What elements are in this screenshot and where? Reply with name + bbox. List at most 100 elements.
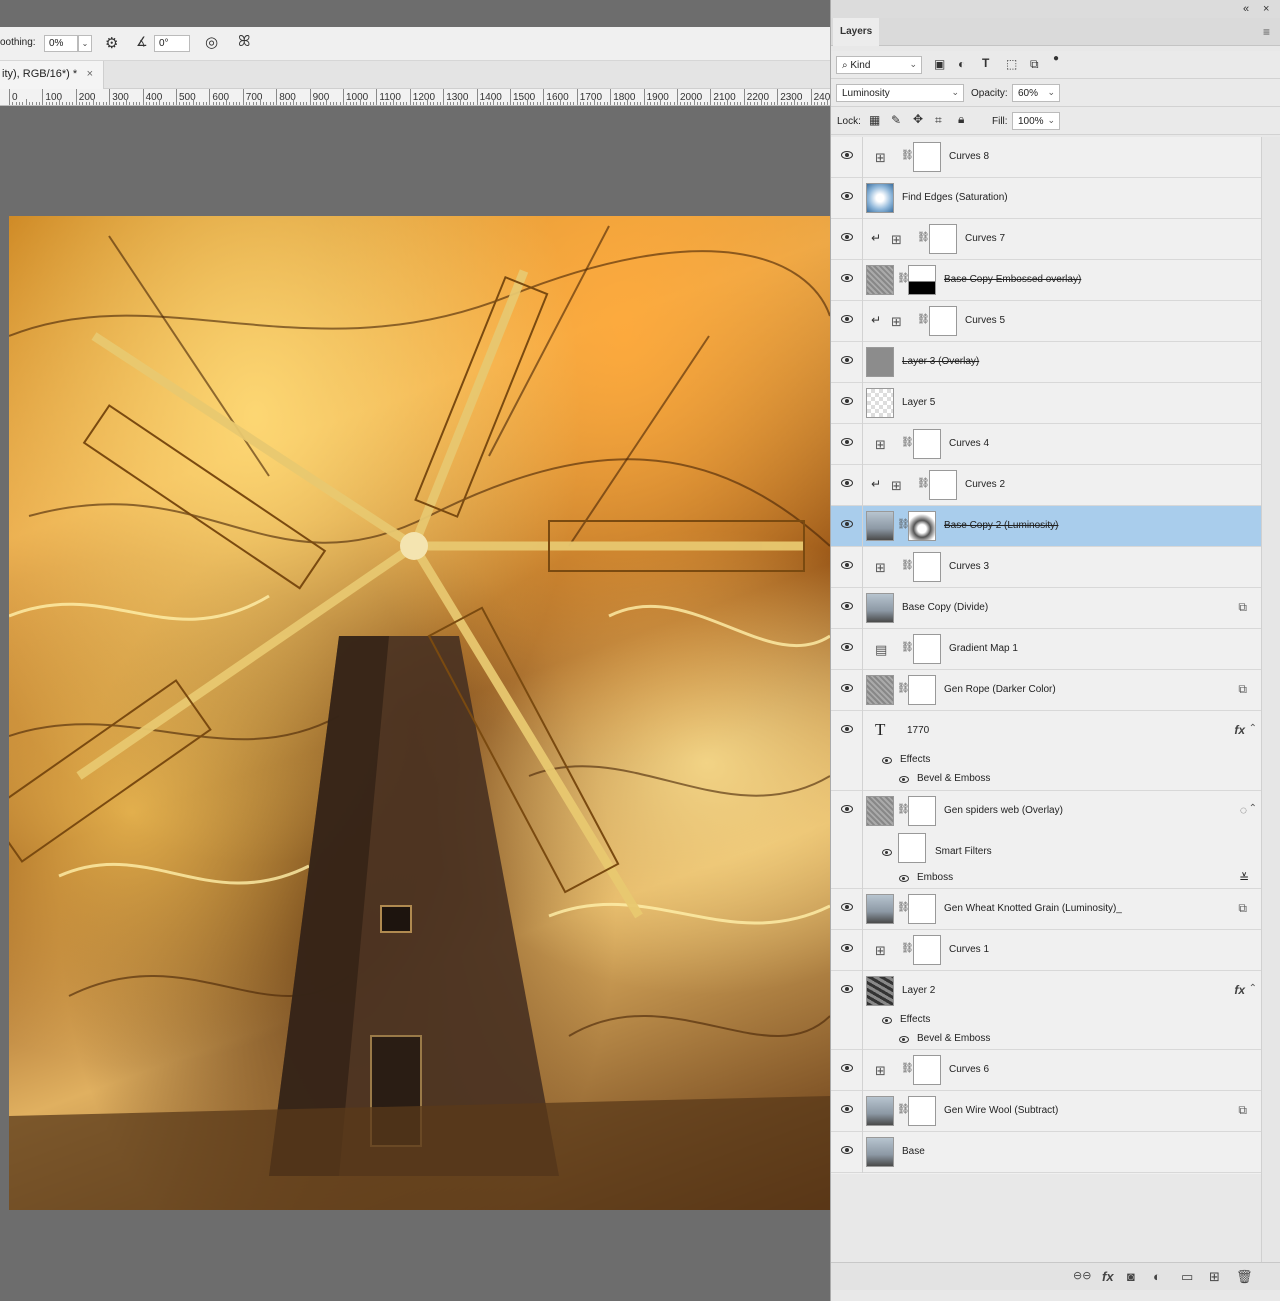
effects-eye-icon[interactable]: [882, 757, 892, 764]
layer-row[interactable]: Layer 3 (Overlay): [831, 342, 1261, 383]
close-icon[interactable]: ×: [87, 68, 93, 80]
lock-transparent-icon[interactable]: ▦: [869, 113, 880, 127]
visibility-eye-icon[interactable]: [841, 1146, 853, 1154]
visibility-eye-icon[interactable]: [841, 1064, 853, 1072]
effect-eye-icon[interactable]: [899, 776, 909, 783]
layer-mask-thumbnail[interactable]: [929, 224, 957, 254]
visibility-eye-icon[interactable]: [841, 438, 853, 446]
pressure-icon[interactable]: ◎: [205, 33, 218, 51]
angle-input[interactable]: 0°: [154, 35, 190, 52]
layer-mask-thumbnail[interactable]: [908, 1096, 936, 1126]
layer-row[interactable]: Find Edges (Saturation): [831, 178, 1261, 219]
fx-icon[interactable]: fx: [1234, 723, 1245, 737]
blend-mode-select[interactable]: Luminosity ⌄: [836, 84, 964, 102]
layer-mask-thumbnail[interactable]: [913, 429, 941, 459]
layer-mask-thumbnail[interactable]: [908, 894, 936, 924]
lock-move-icon[interactable]: ✥: [913, 112, 923, 126]
layer-mask-thumbnail[interactable]: [929, 306, 957, 336]
layer-thumbnail[interactable]: [866, 1137, 894, 1167]
layer-thumbnail[interactable]: [866, 976, 894, 1006]
filter-shape-icon[interactable]: ⬚: [1006, 57, 1017, 71]
layer-row[interactable]: ▤ ⛓ Gradient Map 1: [831, 629, 1261, 670]
visibility-eye-icon[interactable]: [841, 315, 853, 323]
canvas-area[interactable]: [0, 106, 830, 1301]
smart-filters-eye-icon[interactable]: [882, 849, 892, 856]
visibility-eye-icon[interactable]: [841, 602, 853, 610]
layer-mask-thumbnail[interactable]: [913, 552, 941, 582]
layer-mask-thumbnail[interactable]: [908, 675, 936, 705]
tab-layers[interactable]: Layers: [833, 18, 879, 46]
visibility-eye-icon[interactable]: [841, 805, 853, 813]
layer-row[interactable]: ↵ ⊞ ⛓ Curves 5: [831, 301, 1261, 342]
layer-row[interactable]: ⛓ Gen Wire Wool (Subtract) ⧉: [831, 1091, 1261, 1132]
collapse-caret-icon[interactable]: ⌃: [1249, 983, 1257, 994]
visibility-eye-icon[interactable]: [841, 151, 853, 159]
layer-mask-thumbnail[interactable]: [913, 634, 941, 664]
visibility-eye-icon[interactable]: [841, 479, 853, 487]
trash-icon[interactable]: 🗑︎: [1236, 1269, 1253, 1285]
layer-mask-thumbnail[interactable]: [908, 796, 936, 826]
layer-thumbnail[interactable]: [866, 183, 894, 213]
layer-row[interactable]: ⊞ ⛓ Curves 6: [831, 1050, 1261, 1091]
visibility-eye-icon[interactable]: [841, 684, 853, 692]
visibility-eye-icon[interactable]: [841, 903, 853, 911]
close-icon[interactable]: ×: [1263, 3, 1269, 15]
layer-mask-thumbnail[interactable]: [908, 265, 936, 295]
filter-options-icon[interactable]: ≚: [1239, 871, 1249, 885]
visibility-eye-icon[interactable]: [841, 520, 853, 528]
collapse-caret-icon[interactable]: ⌃: [1249, 723, 1257, 734]
layer-row[interactable]: ⛓ Base Copy Embossed overlay): [831, 260, 1261, 301]
smoothing-input[interactable]: 0%: [44, 35, 78, 52]
layer-mask-thumbnail[interactable]: [913, 142, 941, 172]
layer-thumbnail[interactable]: [866, 265, 894, 295]
layer-row[interactable]: ⊞ ⛓ Curves 4: [831, 424, 1261, 465]
layer-mask-thumbnail[interactable]: [913, 935, 941, 965]
layer-thumbnail[interactable]: [866, 347, 894, 377]
layer-row[interactable]: ↵ ⊞ ⛓ Curves 2: [831, 465, 1261, 506]
windmill-artwork[interactable]: [9, 216, 830, 1210]
filter-pixel-icon[interactable]: ▣: [934, 57, 945, 71]
effect-eye-icon[interactable]: [899, 1036, 909, 1043]
layers-scrollbar[interactable]: [1261, 137, 1280, 1262]
layer-mask-thumbnail[interactable]: [929, 470, 957, 500]
fill-input[interactable]: 100% ⌄: [1012, 112, 1060, 130]
new-layer-icon[interactable]: ⊞: [1209, 1269, 1220, 1285]
visibility-eye-icon[interactable]: [841, 233, 853, 241]
layer-thumbnail[interactable]: [866, 675, 894, 705]
mask-icon[interactable]: ◙: [1127, 1269, 1135, 1284]
filter-adjustment-icon[interactable]: ◐: [958, 57, 965, 71]
layer-row[interactable]: Base Copy (Divide) ⧉: [831, 588, 1261, 629]
smoothing-dropdown[interactable]: ⌄: [78, 35, 92, 52]
filter-smart-object-icon[interactable]: ⧉: [1030, 57, 1039, 72]
layer-thumbnail[interactable]: [866, 511, 894, 541]
settings-gear-icon[interactable]: ⚙: [105, 34, 118, 52]
visibility-eye-icon[interactable]: [841, 356, 853, 364]
filter-type-icon[interactable]: T: [982, 56, 989, 70]
layer-row[interactable]: ⊞ ⛓ Curves 3: [831, 547, 1261, 588]
filter-toggle-icon[interactable]: ●: [1053, 53, 1059, 64]
collapse-icon[interactable]: «: [1243, 3, 1249, 15]
kind-filter-select[interactable]: ⌕ Kind ⌄: [836, 56, 922, 74]
layer-thumbnail[interactable]: [866, 388, 894, 418]
layer-row[interactable]: Layer 5: [831, 383, 1261, 424]
opacity-input[interactable]: 60% ⌄: [1012, 84, 1060, 102]
layer-row-selected[interactable]: ⛓ Base Copy 2 (Luminosity): [831, 506, 1261, 547]
link-icon[interactable]: ⊖⊖: [1073, 1269, 1091, 1282]
fx-icon[interactable]: fx: [1102, 1269, 1114, 1284]
adjustment-icon[interactable]: ◐: [1153, 1269, 1161, 1284]
visibility-eye-icon[interactable]: [841, 944, 853, 952]
fx-icon[interactable]: fx: [1234, 983, 1245, 997]
panel-menu-icon[interactable]: ≡: [1263, 25, 1270, 39]
layer-row[interactable]: ⊞ ⛓ Curves 1: [831, 930, 1261, 971]
layer-row[interactable]: T 1770 fx ⌃ Effects Bevel & Emboss: [831, 711, 1261, 791]
layer-row[interactable]: Layer 2 fx ⌃ Effects Bevel & Emboss: [831, 971, 1261, 1050]
layer-row[interactable]: ⛓ Gen Wheat Knotted Grain (Luminosity)_ …: [831, 889, 1261, 930]
visibility-eye-icon[interactable]: [841, 274, 853, 282]
visibility-eye-icon[interactable]: [841, 192, 853, 200]
effects-eye-icon[interactable]: [882, 1017, 892, 1024]
layer-row[interactable]: ⛓ Gen Rope (Darker Color) ⧉: [831, 670, 1261, 711]
layer-mask-thumbnail[interactable]: [908, 511, 936, 541]
layer-row[interactable]: ⊞ ⛓ Curves 8: [831, 137, 1261, 178]
lock-all-icon[interactable]: 🔒︎: [958, 112, 964, 127]
collapse-caret-icon[interactable]: ⌃: [1249, 803, 1257, 814]
